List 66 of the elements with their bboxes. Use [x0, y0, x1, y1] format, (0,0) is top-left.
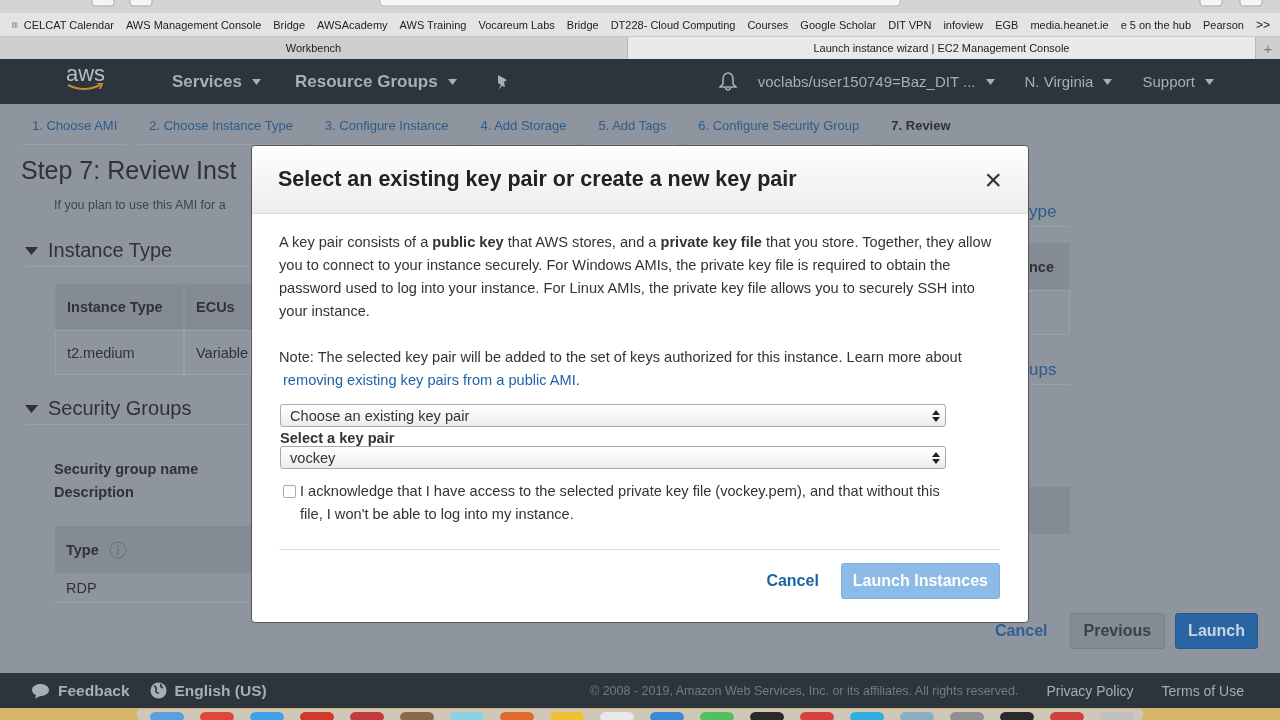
language-selector[interactable]: English (US)	[174, 681, 267, 700]
sort-arrows-icon	[932, 450, 940, 465]
table-cell: t2.medium	[55, 330, 184, 375]
close-button[interactable]: ×	[984, 169, 1002, 190]
region-menu[interactable]: N. Virginia	[1024, 73, 1113, 90]
bookmark-link[interactable]: Vocareum Labs	[472, 18, 561, 31]
dialog-description: A key pair consists of a public key that AWS stores, and a private key file that you store. Together, they allow you to connect to your instance securely. For Windows AMIs, the private key file is required to obtain the password used to log into your instance. For Linux AMIs, the private key file allows you to securely SSH into your instance.	[279, 233, 993, 321]
bookmark-link[interactable]: DIT VPN	[882, 18, 938, 31]
launch-button[interactable]: Launch	[1175, 613, 1258, 649]
cancel-link[interactable]: Cancel	[754, 572, 831, 590]
section-title: Instance Type	[48, 239, 173, 262]
caret-icon	[1205, 78, 1214, 85]
feedback-link[interactable]: Feedback	[58, 681, 130, 700]
bookmark-link[interactable]: Google Scholar	[794, 18, 883, 31]
footer-link[interactable]: Terms of Use	[1161, 682, 1244, 699]
speech-bubble-icon	[31, 682, 50, 699]
field-label: Security group name	[54, 460, 200, 479]
bookmark-link[interactable]: CELCAT Calendar	[17, 18, 120, 31]
column-header: Type	[66, 541, 99, 558]
caret-icon	[1103, 78, 1113, 85]
account-menu[interactable]: voclabs/user150749=Baz_DIT ...	[757, 73, 995, 90]
key-pair-select[interactable]: vockey	[280, 446, 946, 469]
bookmarks-overflow[interactable]: >>	[1250, 17, 1280, 32]
bookmark-link[interactable]: EGB	[989, 18, 1025, 31]
caret-icon	[985, 78, 995, 85]
field-label: Select a key pair	[280, 430, 396, 446]
sort-arrows-icon	[932, 408, 940, 423]
nav-menu[interactable]: Services	[172, 71, 261, 92]
bookmark-link[interactable]: AWS Management Console	[119, 18, 268, 31]
bookmark-link[interactable]: media.heanet.ie	[1024, 18, 1115, 31]
bookmark-link[interactable]: infoview	[937, 18, 990, 31]
dialog-note: Note: The selected key pair will be added to the set of keys authorized for this instance. Learn more about removing existing key pairs from a public AMI.	[279, 348, 963, 390]
copyright-text: © 2008 - 2019, Amazon Web Services, Inc. or its affiliates. All rights reserved.	[590, 683, 1019, 698]
help-link[interactable]: removing existing key pairs from a public AMI	[279, 372, 576, 388]
column-header: Instance Type	[55, 283, 184, 330]
page-title: Step 7: Review Inst	[21, 156, 237, 185]
column-header: ECUs	[184, 283, 251, 330]
caret-icon	[251, 78, 261, 85]
acknowledge-checkbox[interactable]	[283, 485, 296, 498]
bookmark-link[interactable]: DT228- Cloud Computing	[604, 18, 742, 31]
field-label: Description	[54, 483, 135, 502]
notification-bell-icon[interactable]	[718, 72, 737, 91]
table-cell: Variable	[184, 330, 251, 375]
bookmark-link[interactable]: AWSAcademy	[311, 18, 394, 31]
column-header: nce	[1029, 258, 1054, 275]
dialog-title: Select an existing key pair or create a new key pair	[278, 167, 797, 192]
collapse-icon[interactable]	[25, 246, 38, 255]
support-menu[interactable]: Support	[1142, 73, 1214, 90]
bookmark-link[interactable]: Courses	[741, 18, 795, 31]
globe-icon	[149, 682, 167, 699]
key-pair-mode-select[interactable]: Choose an existing key pair	[280, 404, 946, 427]
bookmark-link[interactable]: Bridge	[267, 18, 312, 31]
bookmark-link[interactable]: Bridge	[560, 18, 605, 31]
nav-menu[interactable]: Resource Groups	[294, 71, 457, 92]
bookmark-link[interactable]: AWS Training	[393, 18, 473, 31]
bookmark-link[interactable]: Pearson	[1197, 18, 1250, 31]
bookmark-link[interactable]: e 5 on the hub	[1114, 18, 1197, 31]
section-title: Security Groups	[48, 397, 192, 420]
collapse-icon[interactable]	[25, 404, 38, 413]
page-subtitle: If you plan to use this AMI for a	[54, 198, 226, 212]
footer-link[interactable]: Privacy Policy	[1046, 682, 1134, 699]
aws-logo[interactable]: aws	[66, 64, 138, 91]
caret-icon	[447, 78, 457, 85]
acknowledge-text: I acknowledge that I have access to the selected private key file (vockey.pem), and that without this file, I won't be able to log into my instance.	[300, 482, 940, 524]
table-header-background	[1029, 487, 1070, 534]
browser-tab[interactable]: Launch instance wizard | EC2 Management Console	[628, 37, 1256, 59]
